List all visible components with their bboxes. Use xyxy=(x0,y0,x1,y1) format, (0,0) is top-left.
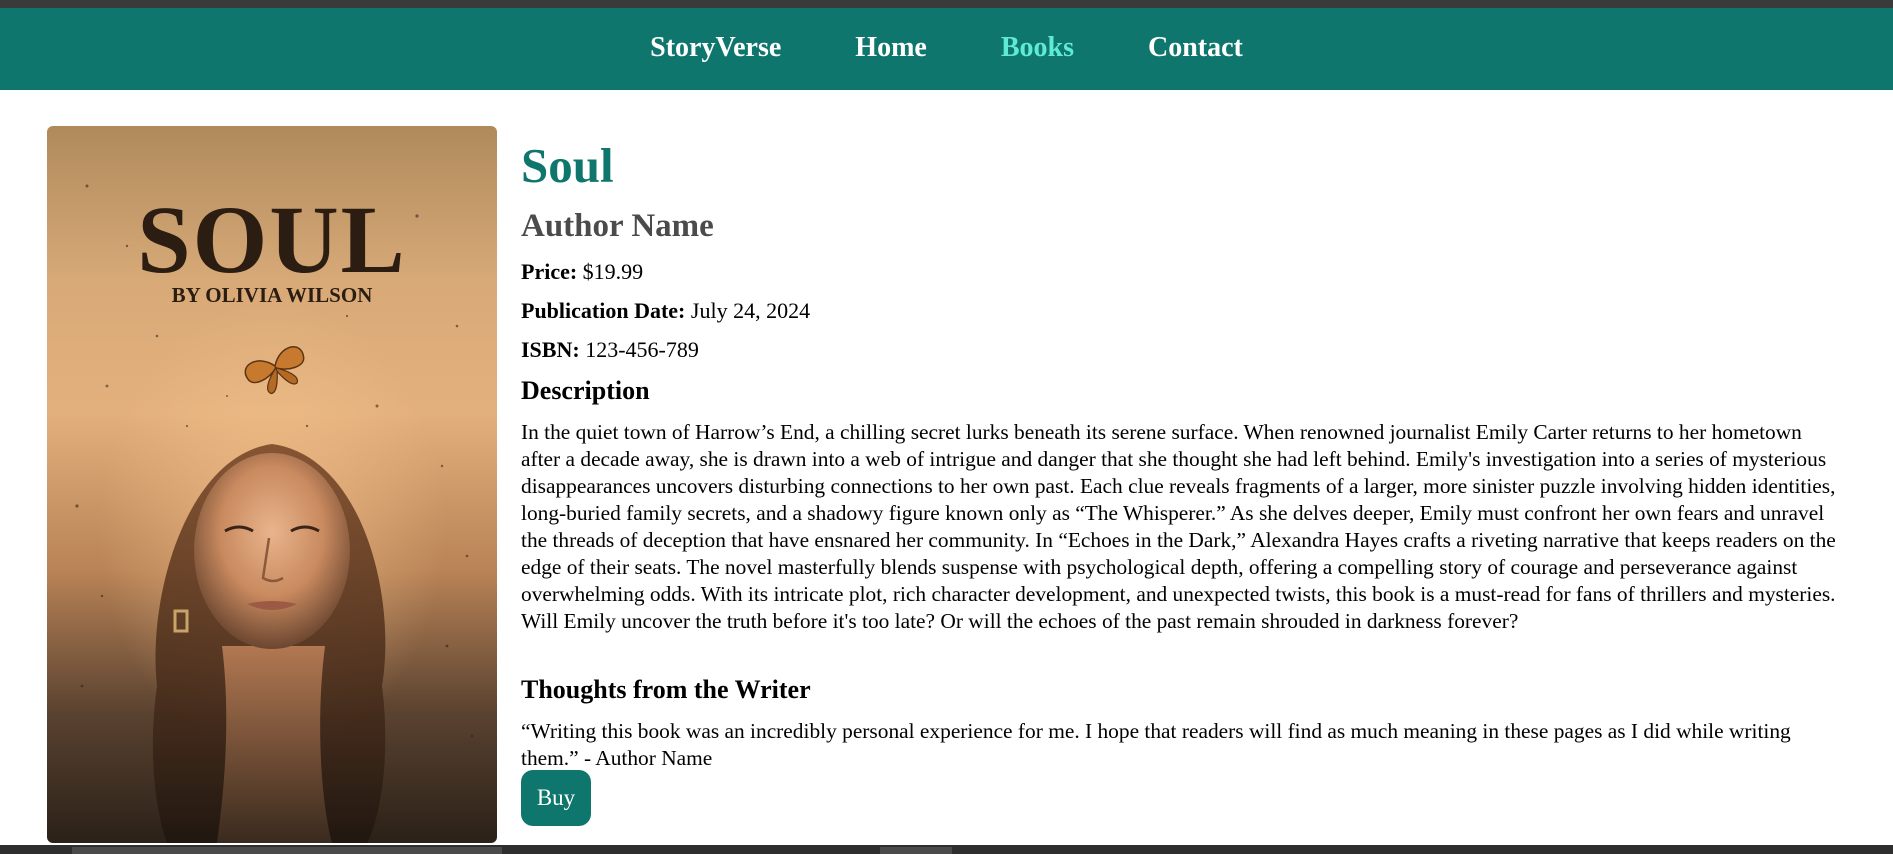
window-top-strip xyxy=(0,0,1893,8)
isbn-value: 123-456-789 xyxy=(585,337,699,362)
price-value: $19.99 xyxy=(582,259,644,284)
isbn-line: ISBN: 123-456-789 xyxy=(521,336,699,364)
buy-button[interactable]: Buy xyxy=(521,770,591,826)
price-label: Price: xyxy=(521,259,578,284)
description-heading: Description xyxy=(521,376,650,405)
book-author: Author Name xyxy=(521,208,714,244)
cover-title: SOUL xyxy=(137,186,407,293)
publication-date-label: Publication Date: xyxy=(521,298,686,323)
nav-link-home[interactable]: Home xyxy=(855,32,927,64)
navbar: StoryVerse Home Books Contact xyxy=(0,8,1893,90)
nav-link-books[interactable]: Books xyxy=(1001,32,1074,64)
thoughts-heading: Thoughts from the Writer xyxy=(521,675,811,704)
isbn-label: ISBN: xyxy=(521,337,580,362)
cover-author: BY OLIVIA WILSON xyxy=(171,283,373,307)
publication-date-value: July 24, 2024 xyxy=(690,298,811,323)
publication-date-line: Publication Date: July 24, 2024 xyxy=(521,297,810,325)
scrollbar-thumb[interactable] xyxy=(72,847,502,854)
description-text: In the quiet town of Harrow’s End, a chi… xyxy=(521,420,1836,633)
book-cover-image: SOUL BY OLIVIA WILSON xyxy=(47,126,497,843)
price-line: Price: $19.99 xyxy=(521,258,643,286)
scrollbar-thumb-secondary[interactable] xyxy=(880,847,952,854)
nav-brand-storyverse[interactable]: StoryVerse xyxy=(650,32,781,64)
book-title: Soul xyxy=(521,138,614,193)
nav-link-contact[interactable]: Contact xyxy=(1148,32,1243,64)
thoughts-text: “Writing this book was an incredibly per… xyxy=(521,719,1791,770)
